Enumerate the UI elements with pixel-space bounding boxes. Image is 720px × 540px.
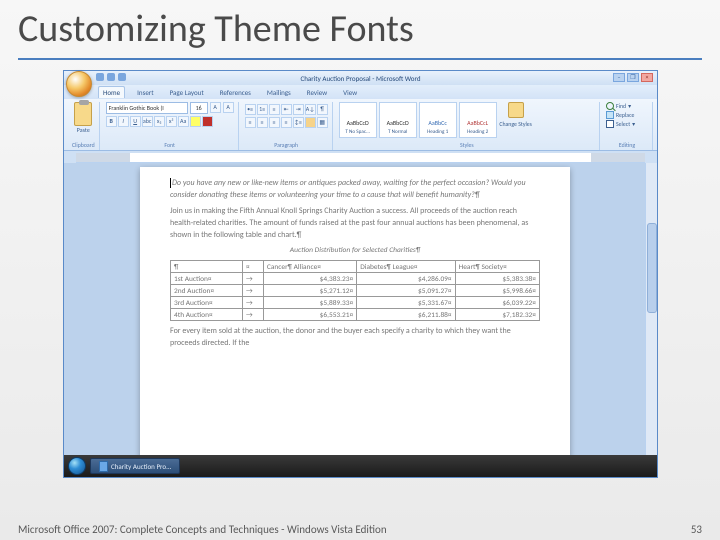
shrink-font-button[interactable]: A <box>223 102 234 113</box>
styles-group-label: Styles <box>339 140 595 150</box>
editing-group-label: Editing <box>606 140 648 150</box>
title-divider <box>18 58 702 60</box>
find-button[interactable]: Find ▾ <box>606 102 648 110</box>
shading-button[interactable] <box>305 117 316 128</box>
minimize-button[interactable]: – <box>613 73 625 82</box>
align-right-button[interactable]: ≡ <box>269 117 280 128</box>
italic-button[interactable]: I <box>118 116 129 127</box>
table-row: 4th Auction¤→$6,553.21¤$6,211.88¤$7,182.… <box>171 309 540 321</box>
table-row: 1st Auction¤→$4,383.23¤$4,286.09¤$5,383.… <box>171 273 540 285</box>
paragraph-1: Do you have any new or like-new items or… <box>170 178 526 200</box>
close-button[interactable]: × <box>641 73 653 82</box>
numbering-button[interactable]: 1≡ <box>257 104 268 115</box>
styles-group: AaBbCcDT No Spac... AaBbCcDT Normal AaBb… <box>335 102 600 150</box>
case-button[interactable]: Aa <box>178 116 189 127</box>
table-header-row: ¶ ¤ Cancer¶ Alliance¤ Diabetes¶ League¤ … <box>171 261 540 273</box>
bold-button[interactable]: B <box>106 116 117 127</box>
paste-icon <box>74 102 92 126</box>
subscript-button[interactable]: x₂ <box>154 116 165 127</box>
slide-footer: Microsoft Office 2007: Complete Concepts… <box>18 523 702 536</box>
select-icon <box>606 120 614 128</box>
vertical-scrollbar[interactable] <box>645 163 657 459</box>
scrollbar-thumb[interactable] <box>647 223 657 313</box>
replace-button[interactable]: Replace <box>606 111 648 119</box>
font-group-label: Font <box>106 140 234 150</box>
document-page[interactable]: Do you have any new or like-new items or… <box>140 167 570 459</box>
word-window: Charity Auction Proposal - Microsoft Wor… <box>63 70 658 478</box>
increase-indent-button[interactable]: ⇥ <box>293 104 304 115</box>
window-title: Charity Auction Proposal - Microsoft Wor… <box>301 74 421 83</box>
style-heading-2[interactable]: AaBbCcLHeading 2 <box>459 102 497 138</box>
auction-table[interactable]: ¶ ¤ Cancer¶ Alliance¤ Diabetes¶ League¤ … <box>170 260 540 321</box>
font-name-combo[interactable]: Franklin Gothic Book (I <box>106 102 188 114</box>
table-row: 2nd Auction¤→$5,271.12¤$5,091.27¤$5,998.… <box>171 285 540 297</box>
superscript-button[interactable]: x² <box>166 116 177 127</box>
change-styles-button[interactable]: Change Styles <box>499 102 533 138</box>
editing-group: Find ▾ Replace Select ▾ Editing <box>602 102 653 150</box>
bullets-button[interactable]: •≡ <box>245 104 256 115</box>
tab-references[interactable]: References <box>216 87 255 98</box>
borders-button[interactable]: ▦ <box>317 117 328 128</box>
line-spacing-button[interactable]: ↕≡ <box>293 117 304 128</box>
find-icon <box>606 102 614 110</box>
tab-view[interactable]: View <box>339 87 361 98</box>
change-styles-icon <box>508 102 524 118</box>
style-no-spacing[interactable]: AaBbCcDT No Spac... <box>339 102 377 138</box>
style-heading-1[interactable]: AaBbCcHeading 1 <box>419 102 457 138</box>
change-styles-label: Change Styles <box>499 120 532 128</box>
highlight-button[interactable] <box>190 116 201 127</box>
paste-button[interactable]: Paste <box>72 102 95 134</box>
font-color-button[interactable] <box>202 116 213 127</box>
start-button[interactable] <box>68 457 86 475</box>
tab-insert[interactable]: Insert <box>133 87 157 98</box>
align-left-button[interactable]: ≡ <box>245 117 256 128</box>
show-marks-button[interactable]: ¶ <box>317 104 328 115</box>
ribbon: Paste Clipboard Franklin Gothic Book (I … <box>64 99 657 151</box>
justify-button[interactable]: ≡ <box>281 117 292 128</box>
grow-font-button[interactable]: A <box>210 102 221 113</box>
taskbar-item-label: Charity Auction Pro... <box>111 462 171 471</box>
sort-button[interactable]: A↓ <box>305 104 316 115</box>
slide-title: Customizing Theme Fonts <box>18 6 702 52</box>
tab-page-layout[interactable]: Page Layout <box>166 87 208 98</box>
text-cursor <box>170 178 171 188</box>
select-button[interactable]: Select ▾ <box>606 120 648 128</box>
style-normal[interactable]: AaBbCcDT Normal <box>379 102 417 138</box>
document-area[interactable]: Do you have any new or like-new items or… <box>64 163 657 459</box>
paste-label: Paste <box>77 126 90 134</box>
paragraph-group-label: Paragraph <box>245 140 328 150</box>
align-center-button[interactable]: ≡ <box>257 117 268 128</box>
clipboard-group: Paste Clipboard <box>68 102 100 150</box>
multilist-button[interactable]: ≡ <box>269 104 280 115</box>
tab-review[interactable]: Review <box>303 87 331 98</box>
paragraph-3: For every item sold at the auction, the … <box>170 326 511 348</box>
windows-taskbar: Charity Auction Pro... <box>64 455 657 477</box>
paragraph-group: •≡ 1≡ ≡ ⇤ ⇥ A↓ ¶ ≡ ≡ ≡ ≡ ↕≡ ▦ Para <box>241 102 333 150</box>
tab-home[interactable]: Home <box>98 86 125 98</box>
slide-number: 53 <box>691 523 702 536</box>
ribbon-tabs: Home Insert Page Layout References Maili… <box>64 85 657 99</box>
taskbar-word-item[interactable]: Charity Auction Pro... <box>90 458 180 474</box>
decrease-indent-button[interactable]: ⇤ <box>281 104 292 115</box>
footer-text: Microsoft Office 2007: Complete Concepts… <box>18 523 387 536</box>
tab-mailings[interactable]: Mailings <box>263 87 295 98</box>
horizontal-ruler[interactable] <box>76 153 645 163</box>
strike-button[interactable]: abc <box>142 116 153 127</box>
maximize-button[interactable]: ❐ <box>627 73 639 82</box>
font-group: Franklin Gothic Book (I 16 A A B I U abc… <box>102 102 239 150</box>
title-bar: Charity Auction Proposal - Microsoft Wor… <box>64 71 657 85</box>
word-doc-icon <box>99 461 108 472</box>
replace-icon <box>606 111 614 119</box>
office-button[interactable] <box>66 71 92 97</box>
quick-access-toolbar[interactable] <box>96 73 126 81</box>
clipboard-group-label: Clipboard <box>72 140 95 150</box>
underline-button[interactable]: U <box>130 116 141 127</box>
font-size-combo[interactable]: 16 <box>190 102 208 114</box>
paragraph-2: Join us in making the Fifth Annual Knoll… <box>170 206 528 240</box>
table-row: 3rd Auction¤→$5,889.33¤$5,331.67¤$6,039.… <box>171 297 540 309</box>
table-caption: Auction Distribution for Selected Charit… <box>170 245 540 256</box>
